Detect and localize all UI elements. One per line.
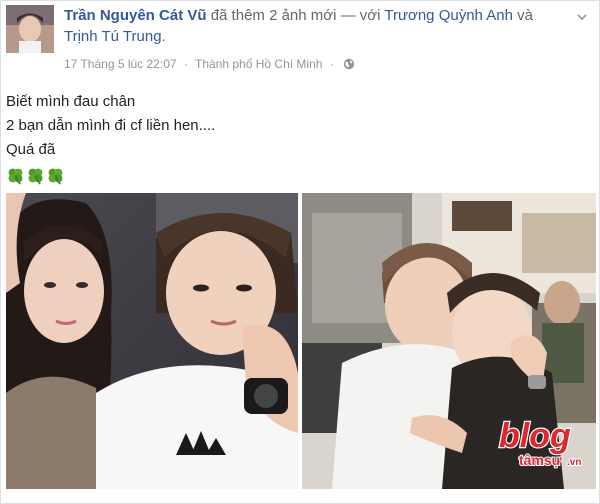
tagged-user-1-link[interactable]: Trương Quỳnh Anh xyxy=(384,7,513,24)
post-line-1: Biết mình đau chân xyxy=(6,93,136,110)
svg-text:blog: blog xyxy=(499,417,571,455)
author-avatar[interactable] xyxy=(6,5,54,53)
watermark-logo: blog tâmsự .vn xyxy=(497,409,592,473)
tagged-user-2-link[interactable]: Trịnh Tú Trung xyxy=(64,28,162,45)
blog-tam-su-logo: blog tâmsự .vn xyxy=(498,416,583,469)
meta-separator-2: · xyxy=(329,57,334,71)
header-period: . xyxy=(161,28,166,45)
chevron-down-icon[interactable] xyxy=(575,10,589,24)
post-photo-2[interactable]: blog tâmsự .vn xyxy=(302,193,596,489)
post-line-2: 2 bạn dẫn mình đi cf liền hen.... xyxy=(6,117,216,134)
facebook-post: Trần Nguyên Cát Vũ đã thêm 2 ảnh mới — v… xyxy=(0,0,600,504)
post-photo-1[interactable] xyxy=(6,193,298,489)
post-header: Trần Nguyên Cát Vũ đã thêm 2 ảnh mới — v… xyxy=(64,5,544,47)
svg-text:tâmsự: tâmsự xyxy=(519,452,563,468)
meta-separator-1: · xyxy=(183,57,188,71)
avatar-photo xyxy=(6,5,54,53)
four-leaf-clover-icon xyxy=(8,168,23,185)
author-name-link[interactable]: Trần Nguyên Cát Vũ xyxy=(64,7,207,24)
four-leaf-clover-icon xyxy=(28,168,43,185)
emoji-row xyxy=(6,162,215,188)
photo-selfie-image xyxy=(6,193,298,489)
four-leaf-clover-icon xyxy=(48,168,63,185)
globe-icon[interactable] xyxy=(343,58,355,70)
post-location-link[interactable]: Thành phố Hồ Chí Minh xyxy=(195,57,322,71)
post-line-3: Quá đã xyxy=(6,141,56,158)
conjunction-text: và xyxy=(517,7,533,24)
post-meta: 17 Tháng 5 lúc 22:07 · Thành phố Hồ Chí … xyxy=(64,56,355,72)
post-timestamp-link[interactable]: 17 Tháng 5 lúc 22:07 xyxy=(64,57,177,71)
post-action-text: đã thêm 2 ảnh mới — với xyxy=(210,7,381,24)
post-body: Biết mình đau chân 2 bạn dẫn mình đi cf … xyxy=(6,90,215,188)
svg-text:.vn: .vn xyxy=(567,457,581,468)
